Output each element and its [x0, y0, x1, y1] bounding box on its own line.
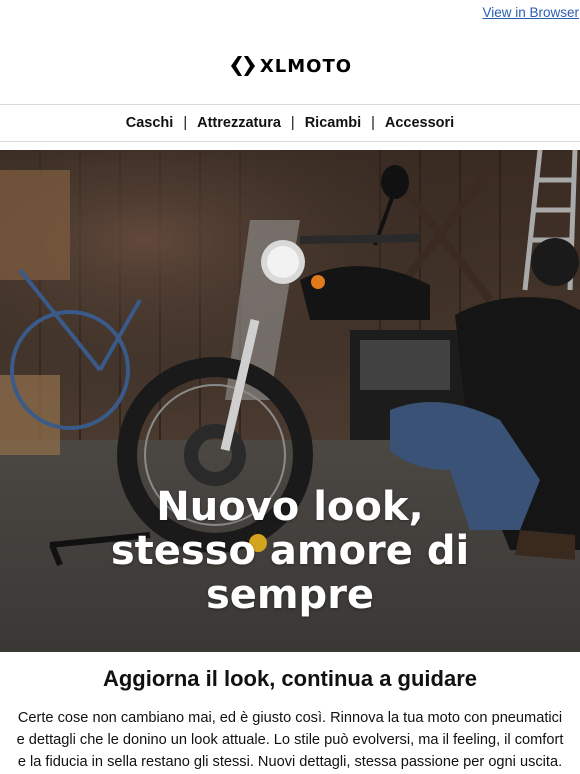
nav-item-caschi[interactable]: Caschi	[126, 115, 174, 131]
hero-title-line: Nuovo look,	[156, 484, 424, 530]
nav-separator: |	[290, 115, 295, 131]
hero-title: Nuovo look, stesso amore di sempre	[0, 485, 580, 617]
nav-separator: |	[183, 115, 188, 131]
brand-logo[interactable]: XLMOTO	[228, 51, 352, 81]
top-bar: View in Browser	[0, 0, 580, 28]
nav-item-accessori[interactable]: Accessori	[385, 115, 454, 131]
hero-title-line: sempre	[205, 572, 375, 618]
brand-name: XLMOTO	[259, 55, 353, 77]
logo-area: XLMOTO	[0, 28, 580, 104]
section-body-text: Certe cose non cambiano mai, ed è giusto…	[16, 710, 564, 770]
nav-item-attrezzatura[interactable]: Attrezzatura	[197, 115, 281, 131]
section-title: Aggiorna il look, continua a guidare	[102, 666, 478, 691]
nav-item-ricambi[interactable]: Ricambi	[305, 115, 361, 131]
xlmoto-logo-icon	[230, 56, 255, 76]
view-in-browser-link[interactable]: View in Browser	[482, 5, 579, 20]
hero-title-line: stesso amore di	[110, 528, 470, 574]
hero-banner[interactable]: Nuovo look, stesso amore di sempre	[0, 150, 580, 652]
main-nav: Caschi | Attrezzatura | Ricambi | Access…	[0, 104, 580, 142]
nav-separator: |	[371, 115, 375, 131]
